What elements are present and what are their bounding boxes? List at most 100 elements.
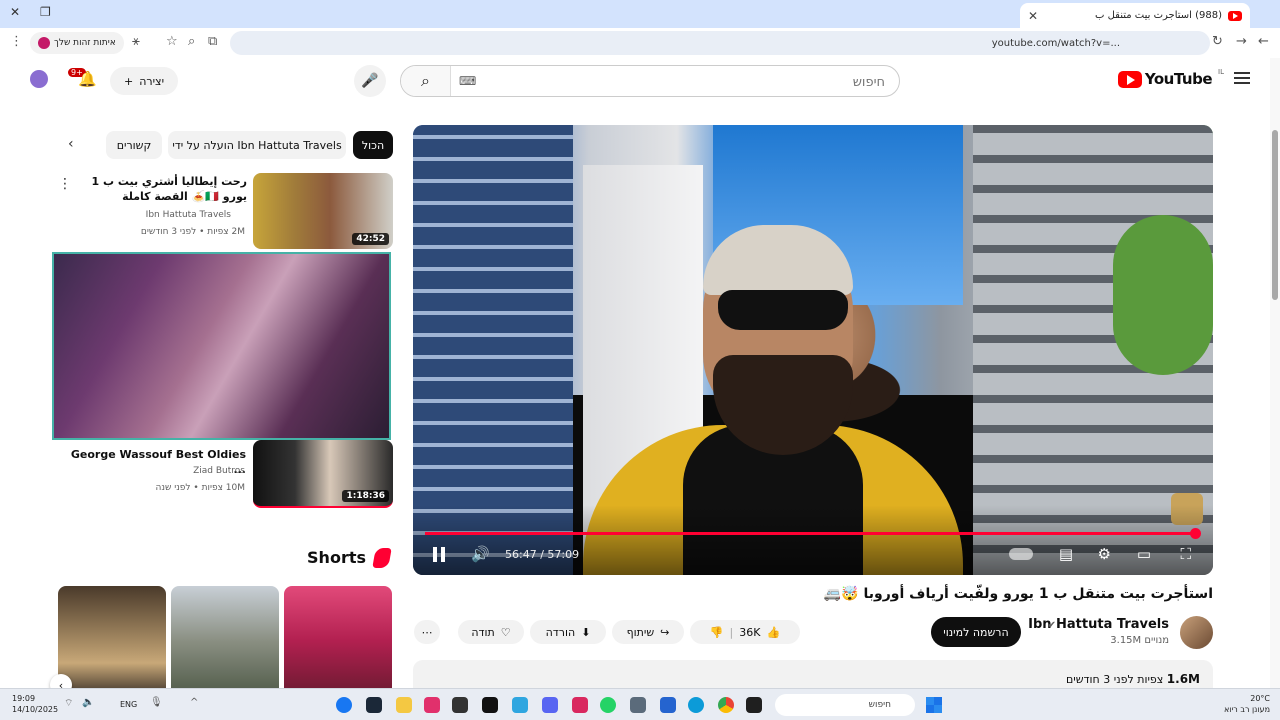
subtitles-icon[interactable]: ▤ [1059,543,1073,565]
taskbar-weather[interactable]: 20°C מעונן רב ריוא [1224,693,1270,715]
instagram-app-icon[interactable] [424,697,440,713]
browser-tab-strip: ✕ ❐ + (988) استأجرت بيت متنقل ب ✕ [0,0,1280,28]
scrollbar-thumb[interactable] [1272,130,1278,300]
fullscreen-icon[interactable]: ⛶ [1180,543,1191,565]
back-icon[interactable]: ← [1258,34,1269,49]
identity-pill[interactable]: איתות זהות שלך [30,32,124,54]
voice-search-mic-icon[interactable]: 🎤 [354,65,386,97]
chip-all[interactable]: הכול [353,131,393,159]
youtube-logo[interactable]: YouTube [1117,70,1213,88]
windows-start-icon[interactable] [926,697,942,713]
progress-scrubber[interactable] [1189,528,1201,539]
forward-icon[interactable]: → [1236,34,1247,49]
verified-badge-icon: ✔ [1047,620,1056,631]
dislike-icon[interactable]: 👎 [710,626,724,639]
youtube-masthead: 9+ 🔔 + יצירה 🎤 ⌕ ⌨ YouTube IL [0,58,1270,104]
search-input[interactable] [451,72,885,92]
download-label: הורדה [545,625,576,639]
facebook-app-icon[interactable] [336,697,352,713]
like-icon[interactable]: 👍 [766,626,780,639]
notifications-bell-icon[interactable]: 🔔 [78,70,97,88]
theater-mode-icon[interactable]: ▭ [1137,543,1151,565]
share-button[interactable]: שיתוף ↪ [612,620,684,644]
window-restore-icon[interactable]: ❐ [40,5,51,19]
window-close-icon[interactable]: ✕ [10,5,20,19]
bookmark-star-icon[interactable]: ☆ [166,34,178,49]
file-explorer-icon[interactable] [396,697,412,713]
settings-gear-icon[interactable]: ⚙ [1098,543,1111,565]
browser-toolbar: ⋮ איתות זהות שלך ⚹ ☆ ⌕ ⧉ youtube.com/wat… [0,28,1280,58]
address-bar[interactable]: youtube.com/watch?v=... [230,31,1210,55]
whatsapp-app-icon[interactable] [600,697,616,713]
calculator-app-icon[interactable] [630,697,646,713]
reload-icon[interactable]: ↻ [1212,34,1223,49]
create-button[interactable]: + יצירה [110,67,178,95]
app-icon[interactable] [512,697,528,713]
channel-avatar[interactable] [1180,616,1213,649]
pause-button[interactable] [433,543,449,565]
more-actions-icon[interactable]: ⋯ [414,620,440,644]
short-thumbnail[interactable] [58,586,166,696]
wifi-icon[interactable]: ⌔ [64,697,73,710]
shorts-logo-icon [372,548,392,568]
shorts-heading: Shorts [307,548,366,567]
volume-icon[interactable]: 🔊 [471,543,490,565]
share-label: שיתוף [626,625,655,639]
chips-scroll-left-icon[interactable]: ‹ [68,136,74,152]
taskbar-time: 19:09 [12,694,36,703]
search-icon: ⌕ [421,71,430,90]
more-options-icon[interactable]: ⋮ [58,176,72,192]
recommended-video-channel[interactable]: Ziad Butros [193,466,245,476]
identity-pill-label: איתות זהות שלך [54,38,116,48]
speaker-icon[interactable]: 🔈 [82,697,94,708]
chrome-browser-icon[interactable] [718,697,734,713]
video-title: استأجرت بيت متنقل ب 1 يورو ولفّيت أرياف … [823,586,1213,602]
tray-overflow-icon[interactable]: ^ [190,697,198,708]
app-icon[interactable] [452,697,468,713]
page-scrollbar[interactable] [1270,58,1280,688]
hover-preview-video[interactable] [52,252,391,440]
autoplay-toggle[interactable] [1009,548,1033,560]
taskbar-search[interactable]: חיפוש [775,694,915,716]
install-app-icon[interactable]: ⧉ [208,34,217,49]
app-icon[interactable] [746,697,762,713]
search-button[interactable]: ⌕ [401,66,451,96]
recommended-video-title[interactable]: رحت إيطاليا أشتري بيت ب 1 يورو 🇮🇹🍝 القصة… [77,174,247,204]
recommended-video-meta: 2M צפיות • לפני 3 חודשים [140,227,245,237]
browser-menu-icon[interactable]: ⋮ [10,34,23,49]
browser-tab-youtube[interactable]: (988) استأجرت بيت متنقل ب ✕ [1020,3,1250,28]
taskbar-clock[interactable]: 19:09 14/10/2025 [12,693,58,715]
recommended-video-channel[interactable]: Ibn Hattuta Travels [146,210,231,220]
discord-app-icon[interactable] [542,697,558,713]
input-language[interactable]: ENG [120,700,137,709]
tab-close-icon[interactable]: ✕ [1028,9,1038,23]
time-display: 56:47 / 57:09 [505,547,580,561]
app-icon[interactable] [660,697,676,713]
chip-uploaded-by[interactable]: הועלה על ידי Ibn Hattuta Travels [168,131,346,159]
hamburger-menu-icon[interactable] [1234,72,1250,84]
short-thumbnail[interactable] [284,586,392,696]
tab-title: (988) استأجرت بيت متنقل ب [1094,10,1222,21]
view-stats-text: צפיות לפני 3 חודשים [1065,673,1164,686]
app-icon[interactable] [572,697,588,713]
chip-related[interactable]: קשורים [106,131,162,159]
account-avatar[interactable] [30,70,48,88]
zoom-icon[interactable]: ⌕ [188,34,195,49]
progress-bar[interactable] [425,528,1201,539]
mic-tray-icon[interactable]: 🎙 [150,697,163,708]
download-button[interactable]: הורדה ⬇ [530,620,606,644]
steam-app-icon[interactable] [366,697,382,713]
subscribe-button[interactable]: הרשמה למינוי [931,617,1021,647]
thanks-button[interactable]: תודה ♡ [458,620,524,644]
tiktok-app-icon[interactable] [482,697,498,713]
subscriber-count: 3.15M מנויים [1110,635,1169,646]
video-player[interactable]: 🔊 56:47 / 57:09 ▤ ⚙ ▭ ⛶ [413,125,1213,575]
recommended-video-thumbnail[interactable]: 1:18:36 [253,440,393,508]
youtube-logo-text: YouTube [1144,70,1213,88]
taskbar-search-label: חיפוש [868,700,891,710]
progress-fill [425,532,1196,535]
short-thumbnail[interactable] [171,586,279,696]
recommended-video-thumbnail[interactable]: 42:52 [253,173,393,249]
extensions-icon[interactable]: ⚹ [132,34,140,49]
edge-browser-icon[interactable] [688,697,704,713]
